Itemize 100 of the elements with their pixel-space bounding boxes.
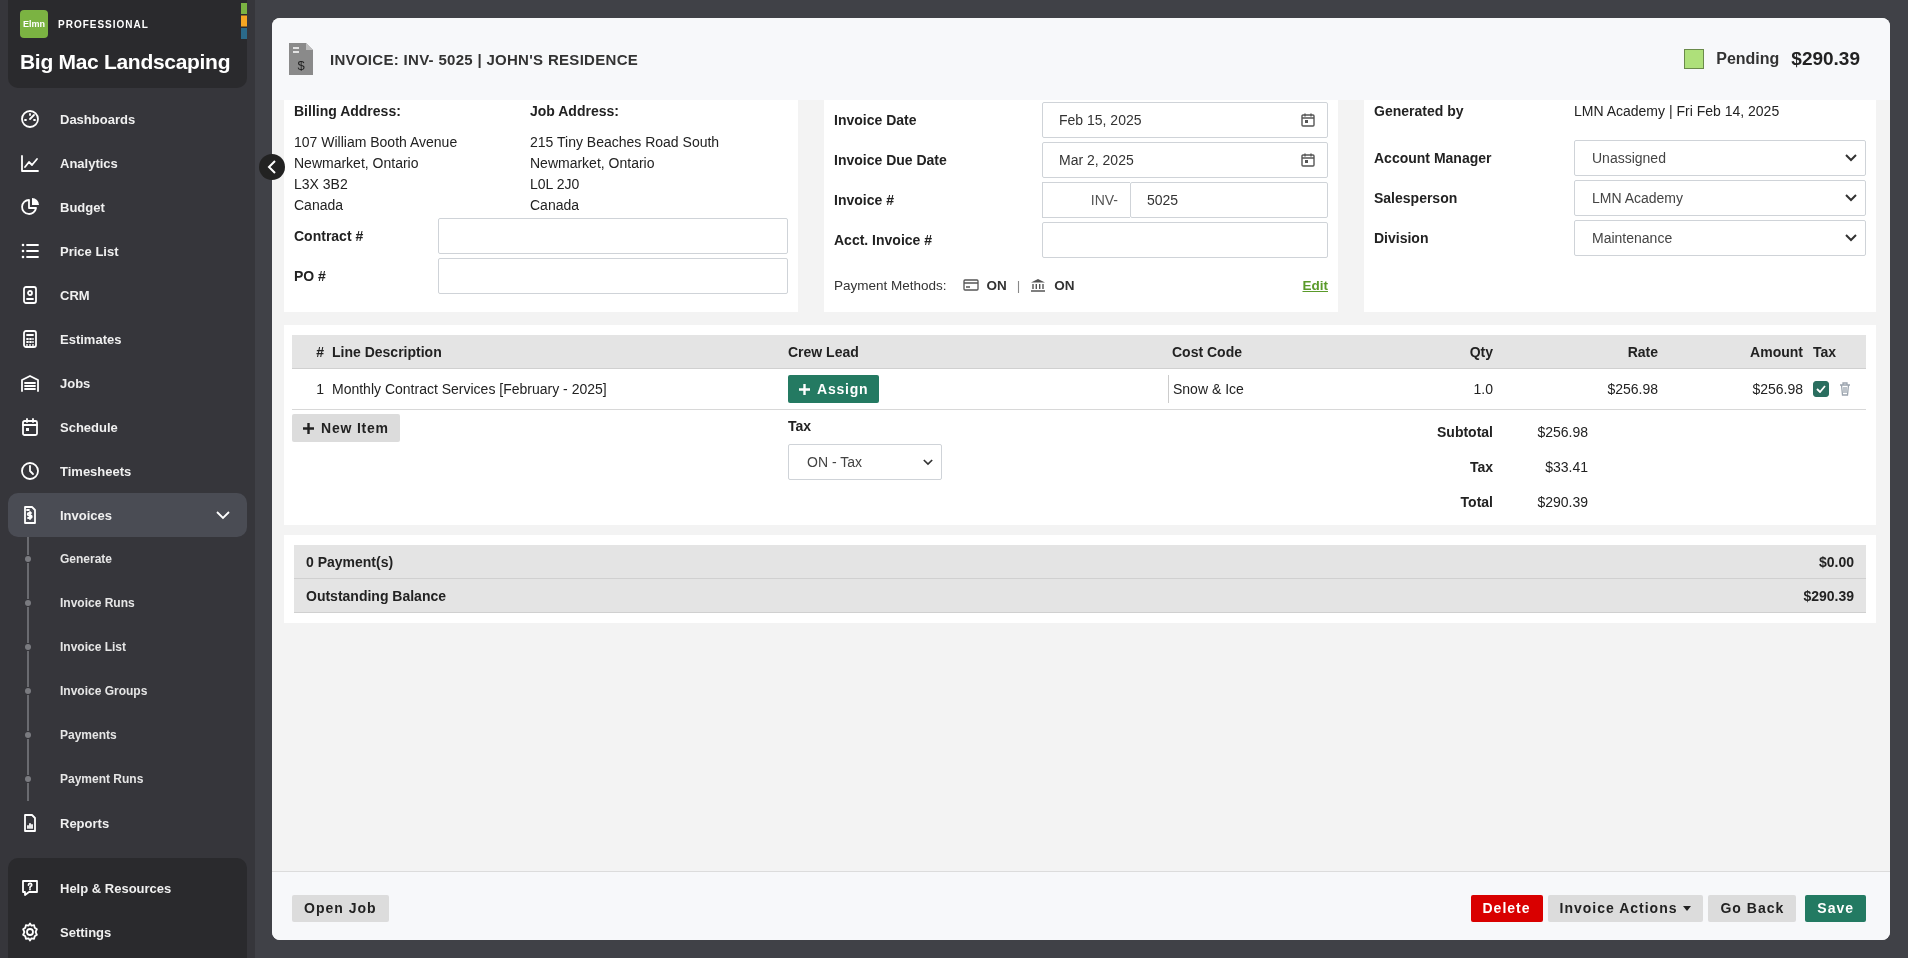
select-field[interactable]: LMN Academy bbox=[1574, 180, 1866, 216]
check-icon bbox=[1816, 385, 1826, 393]
column-header: Qty bbox=[1468, 343, 1493, 360]
garage-icon bbox=[20, 373, 40, 393]
text-field[interactable] bbox=[438, 258, 788, 294]
tax-select[interactable]: ON - Tax bbox=[788, 444, 942, 480]
column-header: Tax bbox=[1812, 343, 1838, 360]
column-header: Cost Code bbox=[1171, 343, 1243, 360]
sidebar-subitem[interactable]: Invoice Groups bbox=[8, 669, 247, 713]
date-field[interactable]: Mar 2, 2025 bbox=[1042, 142, 1328, 178]
sidebar-item[interactable]: Budget bbox=[8, 185, 247, 229]
plus-icon bbox=[799, 383, 810, 395]
chevron-down-icon bbox=[1845, 234, 1857, 242]
calendar-icon bbox=[20, 417, 40, 437]
edition-label: PROFESSIONAL bbox=[58, 18, 149, 30]
action-button[interactable]: Go Back bbox=[1708, 894, 1797, 922]
color-stripes-drawing bbox=[241, 3, 247, 39]
new-item-button[interactable]: New Item bbox=[292, 414, 400, 442]
invoice-number-field[interactable]: 5025 bbox=[1130, 182, 1328, 218]
sidebar-item[interactable]: Jobs bbox=[8, 361, 247, 405]
field-label: Acct. Invoice # bbox=[834, 232, 934, 248]
table-cell-text: 1.0 bbox=[1472, 381, 1493, 397]
chevron-left-icon bbox=[267, 160, 277, 174]
bank-icon bbox=[1030, 278, 1047, 292]
action-button[interactable]: Delete bbox=[1470, 894, 1543, 922]
payment-methods-label: Payment Methods: bbox=[834, 277, 947, 293]
sidebar-item[interactable]: CRM bbox=[8, 273, 247, 317]
sidebar-item[interactable]: Price List bbox=[8, 229, 247, 273]
address-heading: Job Address: bbox=[530, 102, 620, 121]
sidebar-subitem[interactable]: Invoice Runs bbox=[8, 581, 247, 625]
action-button[interactable]: Save bbox=[1805, 894, 1866, 922]
trash-icon[interactable] bbox=[1839, 382, 1851, 396]
table-cell-text: $256.98 bbox=[1751, 381, 1803, 397]
field-label: Generated by bbox=[1374, 103, 1465, 119]
payment-method-status: ON bbox=[1054, 277, 1075, 293]
text-field[interactable] bbox=[438, 218, 788, 254]
chevron-down-icon bbox=[1845, 154, 1857, 162]
sidebar-item[interactable]: Invoices bbox=[8, 493, 247, 537]
sidebar-subitem[interactable]: Invoice List bbox=[8, 625, 247, 669]
sidebar-item[interactable]: Estimates bbox=[8, 317, 247, 361]
table-cell-text: 1 bbox=[315, 381, 325, 397]
select-field[interactable]: Maintenance bbox=[1574, 220, 1866, 256]
total-value: $256.98 bbox=[1536, 423, 1589, 440]
sidebar-subitem[interactable]: Generate bbox=[8, 537, 247, 581]
settings-icon bbox=[20, 922, 40, 942]
total-label: Total bbox=[1459, 493, 1493, 510]
select-field[interactable]: Unassigned bbox=[1574, 140, 1866, 176]
separator: | bbox=[1016, 277, 1021, 293]
clock-icon bbox=[20, 461, 40, 481]
column-header: Crew Lead bbox=[787, 343, 860, 360]
table-cell: Snow & Ice bbox=[1168, 375, 1368, 403]
gauge-icon bbox=[20, 109, 40, 129]
sidebar-item[interactable]: Reports bbox=[8, 801, 247, 845]
field-label: Salesperson bbox=[1374, 190, 1459, 206]
sidebar-item[interactable]: Help & Resources bbox=[8, 866, 247, 910]
assign-button[interactable]: Assign bbox=[788, 375, 880, 403]
address-line: 215 Tiny Beaches Road South bbox=[530, 133, 721, 152]
address-line: 107 William Booth Avenue bbox=[294, 133, 459, 152]
sidebar-item[interactable]: Timesheets bbox=[8, 449, 247, 493]
sidebar-item[interactable]: Schedule bbox=[8, 405, 247, 449]
field-label: Account Manager bbox=[1374, 150, 1493, 166]
address-line: Newmarket, Ontario bbox=[530, 154, 656, 173]
sidebar-item[interactable]: Settings bbox=[8, 910, 247, 954]
address-line: L3X 3B2 bbox=[294, 175, 349, 194]
line-chart-icon bbox=[20, 153, 40, 173]
table-cell-text: Monthly Contract Services [February - 2025] bbox=[332, 381, 608, 397]
address-line: L0L 2J0 bbox=[530, 175, 581, 194]
sidebar-subitem[interactable]: Payments bbox=[8, 713, 247, 757]
company-name: Big Mac Landscaping bbox=[20, 50, 232, 74]
column-header: # bbox=[315, 343, 325, 360]
tax-checkbox[interactable] bbox=[1813, 381, 1829, 397]
field-label: PO # bbox=[294, 268, 327, 284]
list-icon bbox=[20, 241, 40, 261]
sidebar-subitem[interactable]: Payment Runs bbox=[8, 757, 247, 801]
status-label: Pending bbox=[1716, 50, 1780, 68]
sidebar-item[interactable]: Analytics bbox=[8, 141, 247, 185]
pie-chart-icon bbox=[20, 197, 40, 217]
field-label: Invoice Due Date bbox=[834, 152, 948, 168]
calendar-icon bbox=[1301, 113, 1315, 127]
total-label: Tax bbox=[1468, 458, 1493, 475]
calendar-icon bbox=[1301, 153, 1315, 167]
payment-value: $290.39 bbox=[1803, 587, 1854, 604]
total-value: $290.39 bbox=[1536, 493, 1589, 510]
text-field[interactable] bbox=[1042, 222, 1328, 258]
chevron-down-icon bbox=[923, 458, 933, 466]
collapse-button[interactable] bbox=[259, 154, 285, 180]
date-field[interactable]: Feb 15, 2025 bbox=[1042, 102, 1328, 138]
column-header: Rate bbox=[1626, 343, 1658, 360]
help-icon bbox=[20, 878, 40, 898]
sidebar-item[interactable]: Dashboards bbox=[8, 97, 247, 141]
payment-value: $0.00 bbox=[1818, 553, 1854, 570]
chevron-down-icon bbox=[1845, 194, 1857, 202]
generated-by-value: LMN Academy | Fri Feb 14, 2025 bbox=[1574, 103, 1780, 119]
caret-icon bbox=[1683, 905, 1692, 911]
open-job-button[interactable]: Open Job bbox=[292, 894, 389, 922]
table-cell-text: $256.98 bbox=[1606, 381, 1658, 397]
address-line: Newmarket, Ontario bbox=[294, 154, 420, 173]
total-label: Subtotal bbox=[1436, 423, 1493, 440]
address-line: Canada bbox=[530, 196, 581, 215]
action-button[interactable]: Invoice Actions bbox=[1547, 894, 1704, 922]
